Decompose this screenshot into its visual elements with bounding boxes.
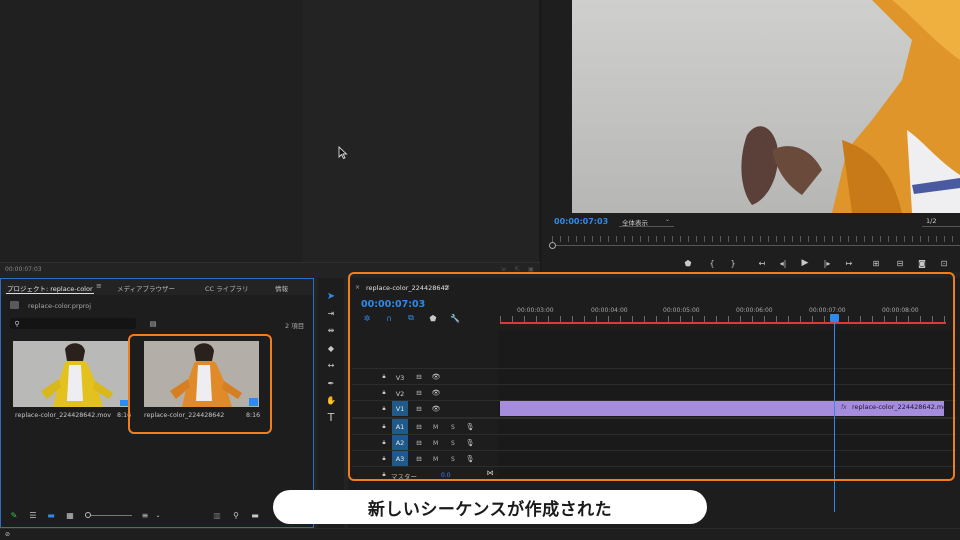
- project-item-clip[interactable]: replace-color_224428642.mov 8:16: [13, 341, 131, 427]
- tab-info[interactable]: 情報: [275, 283, 288, 293]
- razor-tool-icon[interactable]: ◆: [324, 341, 338, 355]
- resolution-select-value: 1/2: [926, 217, 937, 225]
- program-timecode[interactable]: 00:00:07:03: [554, 217, 608, 226]
- resolution-select[interactable]: 1/2: [922, 216, 960, 227]
- tab-media-browser[interactable]: メディアブラウザー: [117, 283, 175, 293]
- sort-icon[interactable]: ≡: [140, 510, 150, 520]
- source-monitor: [0, 0, 303, 262]
- program-video-frame: [572, 0, 960, 213]
- tab-menu-icon[interactable]: ≡: [96, 282, 102, 290]
- scrub-handle[interactable]: [549, 242, 556, 249]
- go-to-out-icon[interactable]: ↦: [843, 257, 855, 269]
- slip-tool-icon[interactable]: ↔: [324, 358, 338, 372]
- status-icon: ⊘: [4, 530, 11, 538]
- mouse-cursor-icon: [338, 146, 348, 159]
- status-bar: [0, 528, 960, 540]
- find-icon[interactable]: ⚲: [231, 510, 241, 520]
- search-icon: ⚲: [14, 319, 20, 328]
- caption-text: 新しいシーケンスが作成された: [367, 499, 613, 520]
- step-forward-icon[interactable]: |▸: [821, 257, 833, 269]
- sequence-highlight-frame: [128, 334, 272, 434]
- mark-in-icon[interactable]: {: [706, 257, 718, 269]
- source-timecode: 00:00:07:03: [5, 266, 42, 273]
- mark-out-icon[interactable]: }: [727, 257, 739, 269]
- timeline-highlight-frame: [348, 272, 955, 481]
- sort-chevron-icon[interactable]: ⌄: [154, 510, 162, 520]
- icon-view-icon[interactable]: ▬: [46, 510, 56, 520]
- program-scrub-bar[interactable]: [549, 236, 960, 249]
- freeform-view-icon[interactable]: ▦: [64, 510, 76, 520]
- list-view-icon[interactable]: ☰: [28, 510, 38, 520]
- tab-project[interactable]: プロジェクト: replace-color: [7, 283, 93, 293]
- go-to-in-icon[interactable]: ↤: [756, 257, 768, 269]
- clip-badge-icon: [120, 400, 128, 406]
- add-marker-icon[interactable]: ⬟: [682, 257, 694, 269]
- search-input[interactable]: [10, 318, 136, 329]
- selection-tool-icon[interactable]: ➤: [324, 289, 338, 303]
- tab-project-underline: [6, 293, 94, 294]
- zoom-select[interactable]: 全体表示 ⌄: [619, 216, 674, 227]
- button-editor-icon[interactable]: ⊡: [937, 257, 951, 269]
- tab-cc-libraries[interactable]: CC ライブラリ: [205, 283, 249, 293]
- hand-tool-icon[interactable]: ✋: [324, 393, 338, 407]
- pencil-icon[interactable]: ✎: [9, 510, 19, 520]
- play-icon[interactable]: ▶: [799, 257, 811, 269]
- automate-icon[interactable]: ▥: [212, 510, 222, 520]
- chevron-down-icon: ⌄: [665, 216, 671, 223]
- new-folder-icon[interactable]: ▬: [250, 510, 260, 520]
- camera-icon[interactable]: ◙: [915, 257, 929, 269]
- clip-name: replace-color_224428642.mov: [15, 412, 111, 419]
- step-back-icon[interactable]: ◂|: [777, 257, 789, 269]
- zoom-select-value: 全体表示: [622, 219, 648, 227]
- zoom-slider[interactable]: [86, 515, 132, 516]
- zoom-slider-handle[interactable]: [85, 512, 91, 518]
- extract-icon[interactable]: ⊟: [893, 257, 907, 269]
- type-tool-icon[interactable]: T: [324, 410, 338, 424]
- bin-icon: [10, 301, 19, 309]
- item-count: 2 項目: [285, 322, 305, 330]
- new-bin-icon[interactable]: ▤: [147, 318, 159, 329]
- lift-icon[interactable]: ⊞: [869, 257, 883, 269]
- clip-thumbnail: [13, 341, 129, 407]
- pen-tool-icon[interactable]: ✒: [324, 376, 338, 390]
- project-file-name: replace-color.prproj: [28, 302, 92, 310]
- caption-box: 新しいシーケンスが作成された: [273, 490, 707, 524]
- ripple-edit-tool-icon[interactable]: ⇹: [324, 323, 338, 337]
- source-monitor-side: [303, 0, 540, 262]
- track-select-tool-icon[interactable]: ⇥: [324, 306, 338, 320]
